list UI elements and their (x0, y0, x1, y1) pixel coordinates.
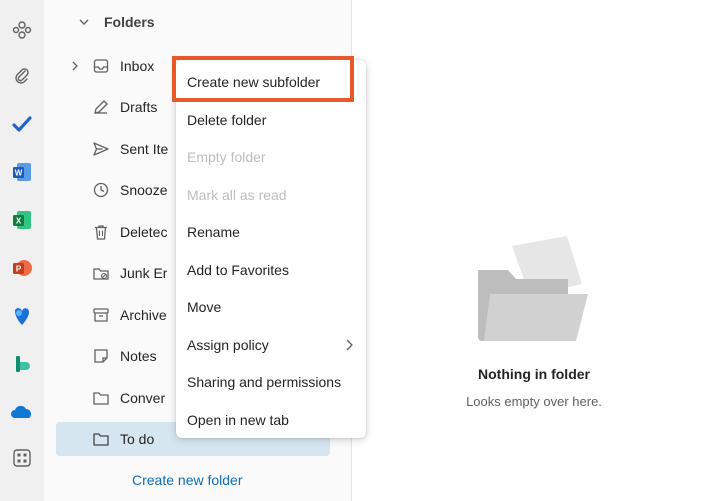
powerpoint-icon[interactable]: P (6, 252, 38, 284)
empty-folder-illustration (478, 236, 588, 341)
word-icon[interactable]: W (6, 156, 38, 188)
trash-icon (95, 225, 107, 240)
chevron-right-icon (346, 339, 353, 351)
menu-item-rename[interactable]: Rename (176, 215, 366, 249)
groups-icon[interactable] (6, 14, 38, 46)
menu-item-mark-all-as-read[interactable]: Mark all as read (176, 178, 366, 212)
archive-icon (93, 308, 109, 322)
menu-item-move[interactable]: Move (176, 290, 366, 324)
folder-label: Notes (120, 348, 157, 364)
highlight-box (172, 56, 354, 102)
folder-label: Conver (120, 390, 166, 406)
folder-label: Inbox (120, 58, 155, 74)
folder-icon (93, 392, 109, 405)
attachment-icon[interactable] (6, 60, 38, 92)
clock-icon (93, 182, 109, 198)
chevron-down-icon (79, 19, 89, 25)
create-new-folder-link[interactable]: Create new folder (132, 472, 243, 488)
folder-label: Deletec (120, 224, 168, 240)
app-rail: W X P (0, 0, 44, 501)
empty-state-title: Nothing in folder (478, 366, 590, 382)
folders-header-label: Folders (104, 14, 155, 30)
inbox-icon (93, 59, 109, 73)
folder-icon (93, 433, 109, 446)
chevron-right-icon[interactable] (68, 59, 82, 73)
bookings-icon[interactable] (6, 348, 38, 380)
folder-label: Archive (120, 307, 167, 323)
word-letter: W (15, 169, 23, 178)
junk-icon (93, 268, 109, 280)
drafts-icon (94, 100, 108, 114)
folder-label: To do (120, 431, 155, 447)
menu-item-sharing-and-permissions[interactable]: Sharing and permissions (176, 365, 366, 399)
menu-item-assign-policy[interactable]: Assign policy (176, 328, 366, 362)
teams-icon[interactable] (6, 300, 38, 332)
menu-item-label: Assign policy (187, 337, 269, 353)
menu-item-empty-folder[interactable]: Empty folder (176, 140, 366, 174)
menu-item-add-to-favorites[interactable]: Add to Favorites (176, 253, 366, 287)
excel-letter: X (16, 217, 22, 226)
more-apps-icon[interactable] (6, 442, 38, 474)
folder-label: Junk Er (120, 265, 168, 281)
menu-item-delete-folder[interactable]: Delete folder (176, 103, 366, 137)
menu-item-open-in-new-tab[interactable]: Open in new tab (176, 403, 366, 437)
sent-icon (93, 142, 109, 156)
onedrive-icon[interactable] (6, 396, 38, 428)
folders-header[interactable]: Folders (76, 8, 155, 36)
excel-icon[interactable]: X (6, 204, 38, 236)
folder-label: Drafts (120, 99, 158, 115)
folder-context-menu: Create new subfolder Delete folder Empty… (176, 60, 366, 438)
empty-state-subtitle: Looks empty over here. (466, 394, 602, 409)
powerpoint-letter: P (16, 265, 22, 274)
folder-label: Snooze (120, 182, 168, 198)
todo-check-icon[interactable] (6, 108, 38, 140)
notes-icon (94, 349, 108, 363)
folder-label: Sent Ite (120, 141, 169, 157)
